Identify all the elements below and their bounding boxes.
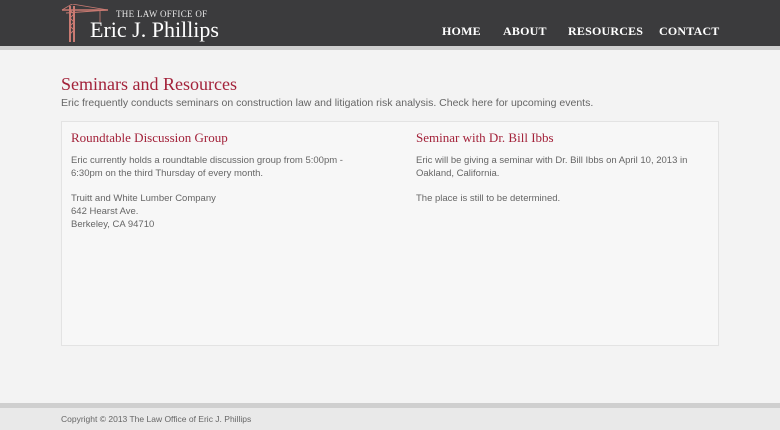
copyright-text: Copyright © 2013 The Law Office of Eric …	[61, 414, 252, 424]
page-title: Seminars and Resources	[61, 74, 237, 94]
nav-home[interactable]: HOME	[442, 24, 481, 39]
site-logo[interactable]: THE LAW OFFICE OF Eric J. Phillips	[60, 4, 230, 42]
site-footer: Copyright © 2013 The Law Office of Eric …	[0, 408, 780, 430]
nav-about[interactable]: ABOUT	[503, 24, 547, 39]
address-line-2: 642 Hearst Ave.	[71, 206, 139, 217]
event-address: Truitt and White Lumber Company 642 Hear…	[71, 192, 371, 231]
page-subtitle: Eric frequently conducts seminars on con…	[61, 97, 594, 109]
site-header: THE LAW OFFICE OF Eric J. Phillips HOME …	[0, 0, 780, 46]
event-description-roundtable: Eric currently holds a roundtable discus…	[71, 155, 343, 179]
event-roundtable: Roundtable Discussion Group Eric current…	[71, 130, 371, 243]
event-heading-roundtable: Roundtable Discussion Group	[71, 130, 228, 145]
nav-resources[interactable]: RESOURCES	[568, 24, 643, 39]
event-seminar: Seminar with Dr. Bill Ibbs Eric will be …	[416, 130, 716, 217]
address-line-3: Berkeley, CA 94710	[71, 219, 155, 230]
nav-contact[interactable]: CONTACT	[659, 24, 720, 39]
main-nav: HOME ABOUT RESOURCES CONTACT	[360, 0, 780, 46]
header-divider	[0, 46, 780, 50]
logo-name: Eric J. Phillips	[90, 17, 219, 42]
address-line-1: Truitt and White Lumber Company	[71, 193, 216, 204]
events-panel: Roundtable Discussion Group Eric current…	[61, 121, 719, 346]
event-description-seminar: Eric will be giving a seminar with Dr. B…	[416, 155, 688, 179]
event-location-note: The place is still to be determined.	[416, 193, 561, 204]
event-heading-seminar: Seminar with Dr. Bill Ibbs	[416, 130, 554, 145]
